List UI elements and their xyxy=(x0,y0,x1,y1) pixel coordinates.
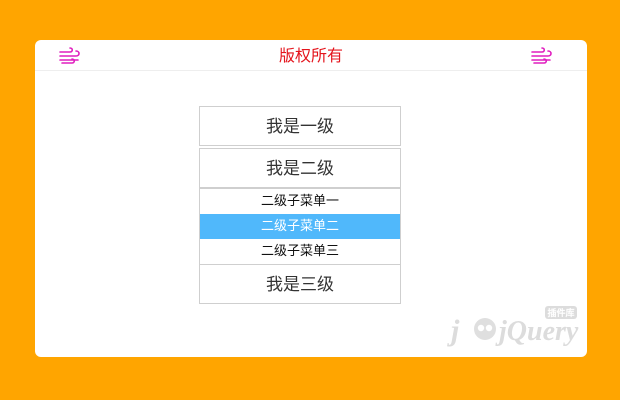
level-two-submenu: 二级子菜单一 二级子菜单二 二级子菜单三 xyxy=(199,188,401,264)
watermark-text: jQuery xyxy=(495,316,579,347)
watermark-badge: 插件库 xyxy=(547,307,574,319)
content-card: 版权所有 我是一级 我是二级 二级子菜单一 二级子菜单二 二级子菜单三 我是三级… xyxy=(35,40,587,357)
header-bar: 版权所有 xyxy=(35,40,587,71)
menu-item-level-two[interactable]: 我是二级 xyxy=(199,148,401,188)
menu-item-level-three[interactable]: 我是三级 xyxy=(199,264,401,304)
submenu-item-label: 二级子菜单三 xyxy=(260,244,339,259)
watermark-letter: j xyxy=(447,314,460,347)
submenu-item-label: 二级子菜单一 xyxy=(260,194,339,209)
menu-item-label: 我是一级 xyxy=(266,117,334,137)
submenu-item-label: 二级子菜单二 xyxy=(260,219,339,234)
wind-icon[interactable] xyxy=(530,47,554,65)
submenu-item-three[interactable]: 二级子菜单三 xyxy=(200,239,400,264)
menu-item-level-one[interactable]: 我是一级 xyxy=(199,106,401,146)
submenu-item-one[interactable]: 二级子菜单一 xyxy=(200,189,400,214)
menu-item-label: 我是二级 xyxy=(266,159,334,179)
page-title: 版权所有 xyxy=(278,46,343,65)
jquery-plugin-library-logo: j jQuery 插件库 xyxy=(447,306,579,347)
menu-item-label: 我是三级 xyxy=(266,275,334,295)
accordion-menu: 我是一级 我是二级 二级子菜单一 二级子菜单二 二级子菜单三 我是三级 xyxy=(199,106,401,306)
submenu-item-two[interactable]: 二级子菜单二 xyxy=(200,214,400,239)
